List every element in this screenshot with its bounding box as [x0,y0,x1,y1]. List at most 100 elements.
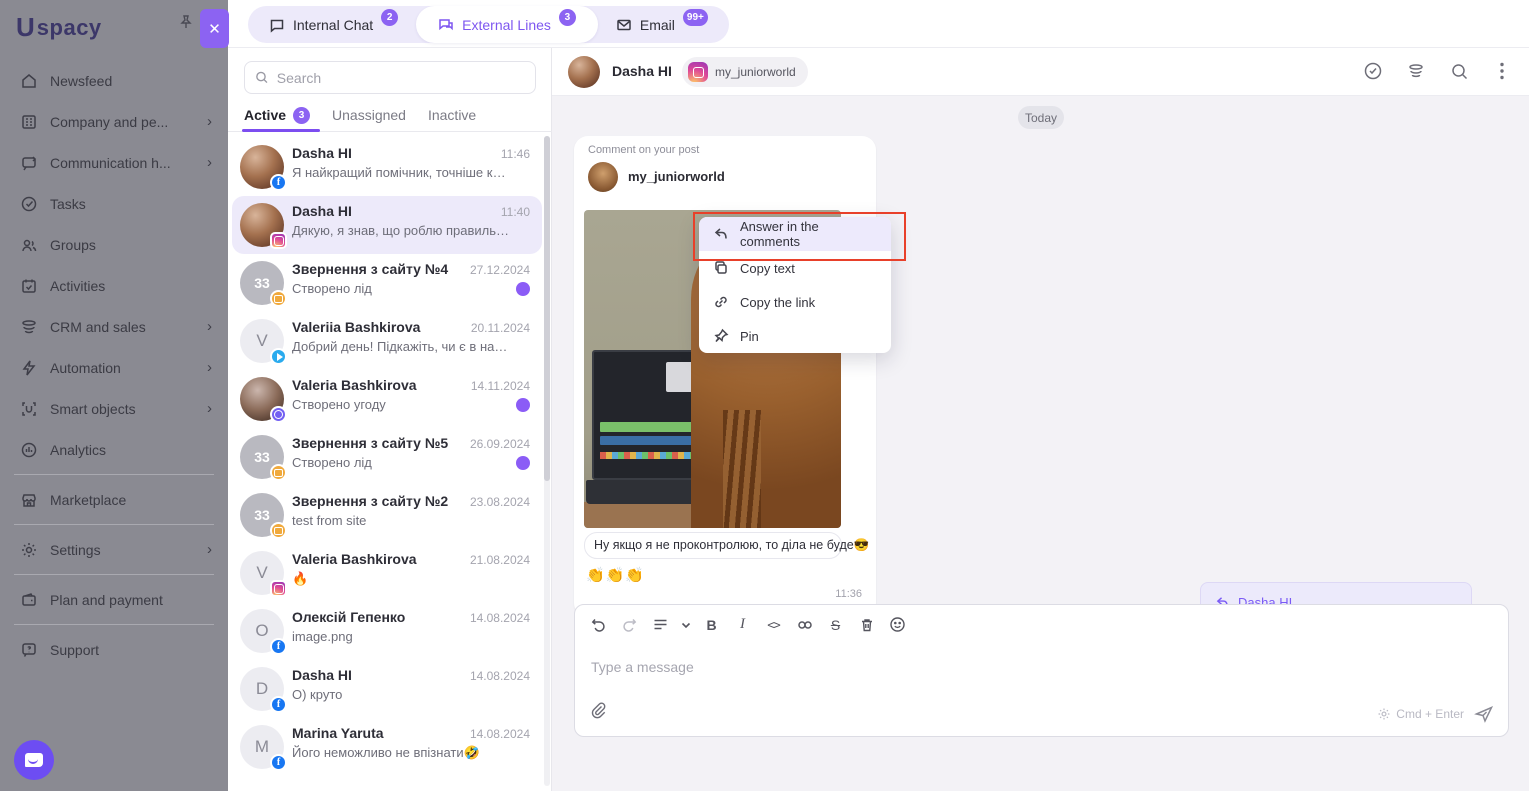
sidebar-item-company[interactable]: Company and pe... › [0,101,228,142]
conversation-item-selected[interactable]: Dasha HI11:40 Дякую, я знав, що роблю пр… [232,196,542,254]
sidebar-item-crm[interactable]: CRM and sales › [0,306,228,347]
menu-item-answer-in-comments[interactable]: Answer in the comments [699,217,891,251]
avatar: V [240,551,284,595]
close-panel-button[interactable]: ✕ [200,9,229,48]
divider [14,574,214,575]
people-icon [20,236,38,254]
mark-done-button[interactable] [1362,60,1384,82]
link-chain-icon [796,616,814,634]
funnel-button[interactable] [1405,60,1427,82]
lightning-icon [20,359,38,377]
sidebar-item-smart-objects[interactable]: Smart objects › [0,388,228,429]
search-in-chat-button[interactable] [1448,60,1470,82]
send-hint: Cmd + Enter [1377,707,1464,721]
message-context-menu: Answer in the comments Copy text Copy th… [699,217,891,353]
message-input[interactable] [591,653,1471,681]
attach-file-button[interactable] [589,701,607,724]
uspacy-logo: Uspacy [16,12,102,43]
sidebar-item-analytics[interactable]: Analytics [0,429,228,470]
search-input[interactable] [277,70,525,86]
paperclip-icon [589,701,607,719]
conversation-item[interactable]: Valeria Bashkirova14.11.2024 Створено уг… [232,370,542,428]
support-chat-bubble-button[interactable] [14,740,54,780]
chevron-right-icon: › [207,359,212,376]
sidebar-item-marketplace[interactable]: Marketplace [0,479,228,520]
active-tab-underline [242,129,320,132]
sidebar-item-activities[interactable]: Activities [0,265,228,306]
tab-internal-chat[interactable]: Internal Chat 2 [251,9,416,40]
chat-contact-name: Dasha HI [612,63,672,79]
conversation-item[interactable]: V Valeria Bashkirova21.08.2024 🔥 [232,544,542,602]
avatar: Mf [240,725,284,769]
sidebar-item-tasks[interactable]: Tasks [0,183,228,224]
kebab-menu-icon [1500,62,1504,80]
site-form-badge-icon [270,522,287,539]
format-dropdown-button[interactable] [678,611,694,638]
italic-button[interactable]: I [729,611,756,638]
check-circle-icon [1363,61,1383,81]
funnel-icon [1406,61,1426,81]
tab-unassigned[interactable]: Unassigned [332,107,406,123]
brackets-u-icon [20,400,38,418]
sidebar-item-automation[interactable]: Automation › [0,347,228,388]
menu-item-pin[interactable]: Pin [699,319,891,353]
tab-inactive[interactable]: Inactive [428,107,476,123]
menu-item-copy-text[interactable]: Copy text [699,251,891,285]
telegram-badge-icon [270,348,287,365]
tab-active[interactable]: Active 3 [244,107,310,124]
sidebar-item-newsfeed[interactable]: Newsfeed [0,60,228,101]
building-icon [20,113,38,131]
conversation-item[interactable]: 33 Звернення з сайту №526.09.2024 Створе… [232,428,542,486]
conversation-item[interactable]: 33 Звернення з сайту №223.08.2024 test f… [232,486,542,544]
conversation-item[interactable]: Of Олексій Гепенко14.08.2024 image.png [232,602,542,660]
text-align-button[interactable] [647,611,674,638]
sidebar-item-groups[interactable]: Groups [0,224,228,265]
chevron-right-icon: › [207,541,212,558]
tab-external-lines[interactable]: External Lines 3 [416,6,598,43]
check-circle-icon [20,195,38,213]
avatar[interactable] [568,56,600,88]
post-author-username: my_juniorworld [628,169,725,184]
unread-badge: 3 [559,9,576,26]
sidebar-item-settings[interactable]: Settings › [0,529,228,570]
clear-formatting-button[interactable] [853,611,880,638]
question-bubble-icon [20,641,38,659]
insert-link-button[interactable] [791,611,818,638]
conversation-item[interactable]: 33 Звернення з сайту №427.12.2024 Створе… [232,254,542,312]
conversation-item[interactable]: f Dasha HI11:46 Я найкращий помічник, то… [232,138,542,196]
redo-button[interactable] [616,611,643,638]
conversation-item[interactable]: Mf Marina Yaruta14.08.2024 Його неможлив… [232,718,542,776]
code-button[interactable]: <> [760,611,787,638]
smiley-icon [889,616,906,633]
sidebar-item-plan-payment[interactable]: Plan and payment [0,579,228,620]
menu-item-copy-link[interactable]: Copy the link [699,285,891,319]
facebook-badge-icon: f [270,696,287,713]
more-menu-button[interactable] [1491,60,1513,82]
tab-email[interactable]: Email 99+ [598,9,726,40]
bold-button[interactable]: B [698,611,725,638]
search-box[interactable] [244,61,536,94]
scrollbar-thumb[interactable] [544,136,550,481]
channel-chip[interactable]: my_juniorworld [682,57,808,87]
calendar-check-icon [20,277,38,295]
sidebar-item-communication-hub[interactable]: Communication h... › [0,142,228,183]
pin-sidebar-icon[interactable] [178,14,194,35]
facebook-badge-icon: f [270,754,287,771]
conversation-item[interactable]: V Valeriia Bashkirova20.11.2024 Добрий д… [232,312,542,370]
facebook-badge-icon: f [270,638,287,655]
strikethrough-button[interactable]: S [822,611,849,638]
copy-icon [713,260,729,276]
message-composer: B I <> S Cmd + Enter [574,604,1509,737]
sidebar-nav: Newsfeed Company and pe... › Communicati… [0,60,228,670]
sidebar-item-support[interactable]: Support [0,629,228,670]
conversation-item[interactable]: Df Dasha HI14.08.2024 О) круто [232,660,542,718]
unread-dot [516,398,530,412]
avatar: 33 [240,493,284,537]
send-button[interactable] [1474,704,1494,724]
topbar: Internal Chat 2 External Lines 3 Email 9… [228,0,1529,48]
instagram-badge-icon [270,232,287,249]
funnel-stack-icon [20,318,38,336]
undo-button[interactable] [585,611,612,638]
emoji-button[interactable] [884,611,911,638]
comment-text-bubble: Ну якщо я не проконтролюю, то діла не бу… [584,532,842,559]
